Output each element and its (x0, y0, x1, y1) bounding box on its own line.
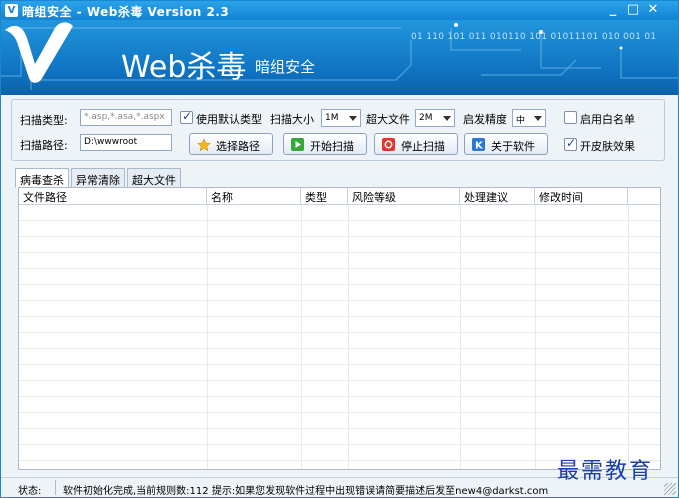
banner: Web杀毒 暗组安全 01 110 101 011 010110 101 010… (1, 20, 678, 95)
use-default-type-checkbox[interactable] (180, 109, 193, 124)
column-divider (535, 205, 536, 469)
scan-type-label: 扫描类型: (20, 114, 68, 127)
skin-checkbox[interactable] (564, 136, 577, 151)
status-label: 状态: (18, 486, 42, 497)
scan-path-label: 扫描路径: (20, 139, 68, 152)
stop-scan-button[interactable]: 停止扫描 (374, 133, 458, 155)
column-modified-time[interactable]: 修改时间 (535, 188, 628, 205)
play-icon (291, 138, 304, 151)
column-divider (301, 205, 302, 469)
binary-decoration: 01 110 101 011 010110 101 01011101 010 0… (411, 32, 657, 42)
column-name[interactable]: 名称 (207, 188, 301, 205)
title-bar[interactable]: V 暗组安全 - Web杀毒 Version 2.3 _ □ ✕ (1, 1, 678, 20)
tab-virus-scan[interactable]: 病毒查杀 (15, 168, 69, 188)
large-file-value: 2M (419, 113, 433, 123)
status-separator (55, 480, 56, 495)
column-file-path[interactable]: 文件路径 (19, 188, 207, 205)
scan-path-input[interactable]: D:\wwwroot (80, 134, 172, 151)
svg-text:K: K (475, 141, 484, 152)
logo-subtitle: 暗组安全 (255, 58, 316, 76)
table-rows (19, 205, 660, 469)
scan-size-select[interactable]: 1M (321, 109, 361, 127)
watermark-text: 最需教育 (557, 459, 654, 484)
column-divider (207, 205, 208, 469)
results-table[interactable]: 文件路径 名称 类型 风险等级 处理建议 修改时间 (18, 187, 661, 470)
heuristic-label: 启发精度 (463, 113, 507, 126)
logo-text: Web杀毒 (121, 50, 247, 85)
column-divider (348, 205, 349, 469)
choose-path-button[interactable]: 选择路径 (189, 133, 273, 155)
app-v-icon: V (5, 4, 18, 17)
skin-label: 开皮肤效果 (580, 140, 635, 153)
whitelist-label: 启用白名单 (580, 113, 635, 126)
column-divider (628, 205, 629, 469)
scan-type-input[interactable]: *.asp,*.asa,*.aspx (80, 109, 172, 126)
column-suggestion[interactable]: 处理建议 (460, 188, 535, 205)
use-default-type-label: 使用默认类型 (196, 113, 262, 126)
about-button[interactable]: K 关于软件 (464, 133, 548, 155)
scan-size-label: 扫描大小 (270, 113, 314, 126)
about-label: 关于软件 (491, 140, 535, 153)
column-divider (460, 205, 461, 469)
app-window: V 暗组安全 - Web杀毒 Version 2.3 _ □ ✕ Web杀毒 暗… (0, 0, 679, 498)
options-panel: 扫描类型: *.asp,*.asa,*.aspx 使用默认类型 扫描大小 1M … (11, 99, 665, 161)
column-type[interactable]: 类型 (301, 188, 348, 205)
heuristic-select[interactable]: 中 (512, 109, 546, 127)
stop-scan-label: 停止扫描 (401, 140, 445, 153)
tab-large-files[interactable]: 超大文件 (127, 168, 181, 187)
window-title: 暗组安全 - Web杀毒 Version 2.3 (22, 5, 230, 19)
start-scan-button[interactable]: 开始扫描 (283, 133, 367, 155)
heuristic-value: 中 (516, 116, 526, 126)
close-button[interactable]: ✕ (645, 2, 661, 18)
large-file-label: 超大文件 (366, 113, 410, 126)
tab-exception-clear[interactable]: 异常清除 (71, 168, 125, 187)
status-text: 软件初始化完成,当前规则数:112 提示:如果您发现软件过程中出现错误请简要描述… (63, 486, 549, 497)
logo-v-icon (5, 22, 73, 83)
stop-icon (382, 138, 395, 151)
choose-path-label: 选择路径 (216, 140, 260, 153)
scan-size-value: 1M (325, 113, 339, 123)
chevron-down-icon (443, 116, 451, 121)
resize-grip-icon[interactable] (664, 483, 676, 495)
column-risk-level[interactable]: 风险等级 (348, 188, 460, 205)
whitelist-checkbox[interactable] (564, 111, 577, 124)
chevron-down-icon (534, 116, 542, 121)
start-scan-label: 开始扫描 (310, 140, 354, 153)
minimize-button[interactable]: _ (605, 2, 621, 18)
chevron-down-icon (349, 116, 357, 121)
large-file-select[interactable]: 2M (415, 109, 455, 127)
info-k-icon: K (472, 138, 485, 152)
maximize-button[interactable]: □ (625, 2, 641, 18)
table-header: 文件路径 名称 类型 风险等级 处理建议 修改时间 (19, 188, 660, 205)
star-icon (197, 138, 211, 152)
